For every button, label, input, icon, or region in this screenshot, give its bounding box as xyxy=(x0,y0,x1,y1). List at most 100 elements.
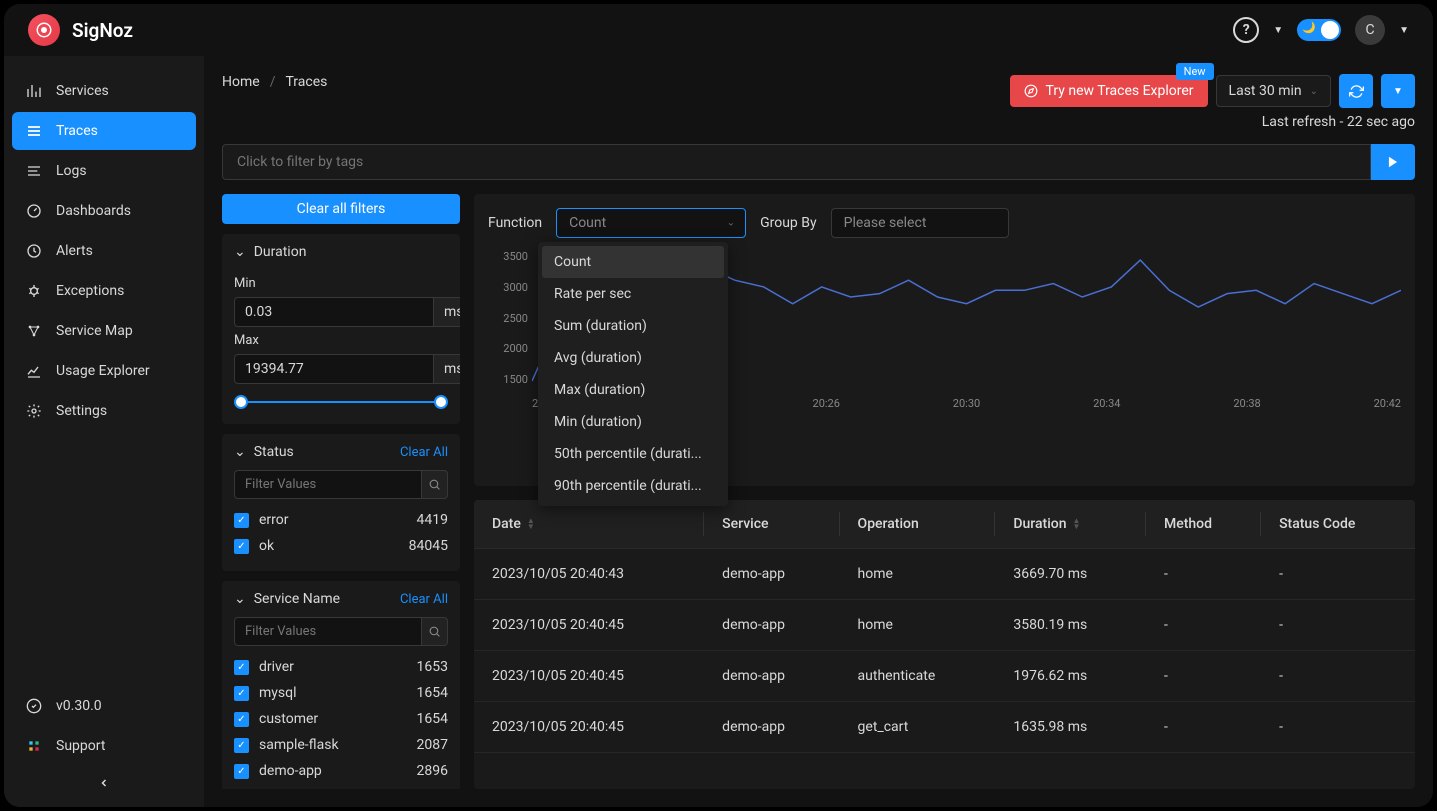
table-cell: home xyxy=(840,549,996,600)
search-icon[interactable] xyxy=(422,617,448,646)
table-header-operation[interactable]: Operation xyxy=(840,500,996,549)
dropdown-item[interactable]: Sum (duration) xyxy=(542,310,724,342)
time-range-selector[interactable]: Last 30 min ⌄ xyxy=(1216,75,1331,107)
sidebar-item-services[interactable]: Services xyxy=(12,72,196,110)
filter-value-row[interactable]: ✓driver1653 xyxy=(234,654,448,680)
dropdown-item[interactable]: Rate per sec xyxy=(542,278,724,310)
duration-min-input[interactable] xyxy=(234,297,434,327)
table-row[interactable]: 2023/10/05 20:40:43demo-apphome3669.70 m… xyxy=(474,549,1415,600)
theme-toggle[interactable] xyxy=(1297,19,1341,41)
dropdown-item[interactable]: 50th percentile (durati... xyxy=(542,438,724,470)
section-header-status[interactable]: ⌄ Status Clear All xyxy=(222,434,460,470)
sidebar-item-settings[interactable]: Settings xyxy=(12,392,196,430)
table-cell: - xyxy=(1261,651,1415,702)
dropdown-item[interactable]: Min (duration) xyxy=(542,406,724,438)
table-header-method[interactable]: Method xyxy=(1146,500,1261,549)
x-tick: 20:38 xyxy=(1233,397,1260,410)
tag-filter-input[interactable] xyxy=(222,144,1371,180)
table-row[interactable]: 2023/10/05 20:40:45demo-apphome3580.19 m… xyxy=(474,600,1415,651)
slider-handle-max[interactable] xyxy=(434,395,448,409)
y-tick: 2500 xyxy=(488,312,528,325)
run-query-button[interactable] xyxy=(1371,144,1415,180)
checkbox-icon[interactable]: ✓ xyxy=(234,686,249,701)
section-header-service[interactable]: ⌄ Service Name Clear All xyxy=(222,581,460,617)
checkbox-icon[interactable]: ✓ xyxy=(234,738,249,753)
service-filter-search[interactable] xyxy=(234,617,422,646)
checkbox-icon[interactable]: ✓ xyxy=(234,660,249,675)
dropdown-item[interactable]: Count xyxy=(542,246,724,278)
table-cell: home xyxy=(840,600,996,651)
checkbox-icon[interactable]: ✓ xyxy=(234,764,249,779)
sidebar-item-label: Settings xyxy=(56,403,107,419)
filter-value-count: 1654 xyxy=(417,685,448,701)
sidebar-item-exceptions[interactable]: Exceptions xyxy=(12,272,196,310)
clear-all-filters-button[interactable]: Clear all filters xyxy=(222,194,460,224)
duration-max-input[interactable] xyxy=(234,354,434,384)
clock-icon xyxy=(26,243,42,259)
table-cell: 1976.62 ms xyxy=(995,651,1146,702)
table-header-duration[interactable]: Duration▲▼ xyxy=(995,500,1146,549)
clear-service-link[interactable]: Clear All xyxy=(400,592,448,607)
checkbox-icon[interactable]: ✓ xyxy=(234,513,249,528)
filter-value-row[interactable]: ✓ok84045 xyxy=(234,533,448,559)
breadcrumb-home[interactable]: Home xyxy=(222,74,260,90)
table-cell: - xyxy=(1146,549,1261,600)
sort-icon: ▲▼ xyxy=(527,518,535,530)
section-header-duration[interactable]: ⌄ Duration xyxy=(222,234,460,270)
function-select[interactable]: Count ⌄ xyxy=(556,208,746,238)
table-cell: 2023/10/05 20:40:43 xyxy=(474,549,704,600)
chevron-down-icon[interactable]: ▼ xyxy=(1273,25,1283,36)
table-cell: 3669.70 ms xyxy=(995,549,1146,600)
clear-status-link[interactable]: Clear All xyxy=(400,445,448,460)
nodes-icon xyxy=(26,323,42,339)
x-tick: 20:42 xyxy=(1374,397,1401,410)
table-cell: - xyxy=(1261,549,1415,600)
filter-value-row[interactable]: ✓sample-flask2087 xyxy=(234,732,448,758)
logo[interactable]: SigNoz xyxy=(28,14,133,46)
table-row[interactable]: 2023/10/05 20:40:45demo-appget_cart1635.… xyxy=(474,702,1415,753)
sidebar-item-logs[interactable]: Logs xyxy=(12,152,196,190)
slider-handle-min[interactable] xyxy=(234,395,248,409)
checkbox-icon[interactable]: ✓ xyxy=(234,539,249,554)
dropdown-item[interactable]: Max (duration) xyxy=(542,374,724,406)
sidebar-version[interactable]: v0.30.0 xyxy=(12,687,196,725)
sidebar-support[interactable]: Support xyxy=(12,727,196,765)
try-new-explorer-button[interactable]: Try new Traces Explorer New xyxy=(1010,75,1208,107)
duration-slider[interactable] xyxy=(238,398,444,406)
table-header-status-code[interactable]: Status Code xyxy=(1261,500,1415,549)
table-header-date[interactable]: Date▲▼ xyxy=(474,500,704,549)
sidebar-item-label: Logs xyxy=(56,163,87,179)
groupby-label: Group By xyxy=(760,215,817,231)
help-icon[interactable]: ? xyxy=(1233,17,1259,43)
filter-value-row[interactable]: ✓demo-app2896 xyxy=(234,758,448,784)
status-filter-search[interactable] xyxy=(234,470,422,499)
sidebar-item-service-map[interactable]: Service Map xyxy=(12,312,196,350)
search-icon[interactable] xyxy=(422,470,448,499)
sidebar: ServicesTraces Logs DashboardsAlertsExcept… xyxy=(4,56,204,807)
chevron-down-icon: ⌄ xyxy=(234,444,246,460)
sidebar-item-usage-explorer[interactable]: Usage Explorer xyxy=(12,352,196,390)
play-icon xyxy=(1386,155,1400,169)
chevron-left-icon xyxy=(98,777,110,789)
table-header-service[interactable]: Service xyxy=(704,500,839,549)
collapse-sidebar-button[interactable] xyxy=(12,767,196,799)
filter-section-duration: ⌄ Duration Min ms Max xyxy=(222,234,460,424)
filter-value-row[interactable]: ✓error4419 xyxy=(234,507,448,533)
avatar[interactable]: C xyxy=(1355,15,1385,45)
dropdown-item[interactable]: 90th percentile (durati... xyxy=(542,470,724,502)
filter-value-row[interactable]: ✓customer1654 xyxy=(234,706,448,732)
dropdown-item[interactable]: Avg (duration) xyxy=(542,342,724,374)
refresh-options-button[interactable]: ▼ xyxy=(1381,74,1415,108)
sidebar-item-alerts[interactable]: Alerts xyxy=(12,232,196,270)
groupby-select[interactable]: Please select xyxy=(831,208,1009,238)
table-row[interactable]: 2023/10/05 20:40:45demo-appauthenticate1… xyxy=(474,651,1415,702)
table-cell: get_cart xyxy=(840,702,996,753)
sidebar-item-traces[interactable]: Traces xyxy=(12,112,196,150)
refresh-button[interactable] xyxy=(1339,74,1373,108)
chevron-down-icon[interactable]: ▼ xyxy=(1399,25,1409,36)
table-cell: 1635.98 ms xyxy=(995,702,1146,753)
filter-value-row[interactable]: ✓mysql1654 xyxy=(234,680,448,706)
sidebar-item-dashboards[interactable]: Dashboards xyxy=(12,192,196,230)
checkbox-icon[interactable]: ✓ xyxy=(234,712,249,727)
y-tick: 3500 xyxy=(488,250,528,263)
